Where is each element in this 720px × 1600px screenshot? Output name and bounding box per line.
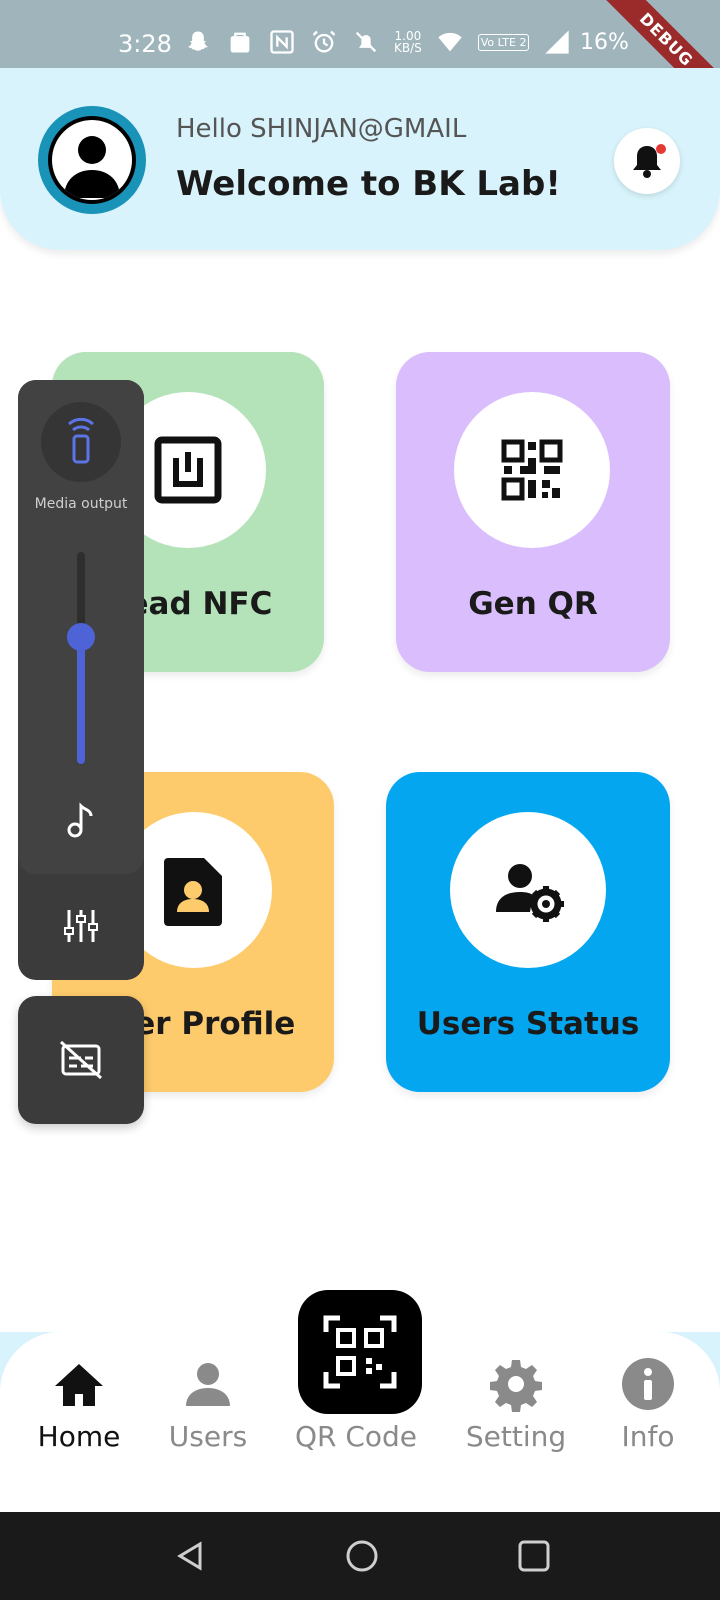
app-header: Hello SHINJAN@GMAIL Welcome to BK Lab! bbox=[0, 68, 720, 250]
system-navigation-bar bbox=[0, 1512, 720, 1600]
bell-icon bbox=[633, 146, 661, 178]
nav-qr-code[interactable]: QR Code bbox=[286, 1348, 426, 1453]
nfc-icon bbox=[270, 30, 294, 54]
notification-dot bbox=[656, 144, 666, 154]
nav-setting[interactable]: Setting bbox=[446, 1348, 586, 1453]
tile-label: Gen QR bbox=[468, 586, 598, 622]
bag-icon bbox=[230, 32, 250, 53]
nav-info[interactable]: Info bbox=[578, 1348, 718, 1453]
media-volume-panel: Media output bbox=[18, 380, 144, 980]
alarm-icon bbox=[312, 30, 336, 53]
user-icon bbox=[186, 1363, 230, 1406]
user-settings-icon bbox=[496, 864, 564, 922]
volume-slider-fill bbox=[77, 636, 85, 764]
nav-home[interactable]: Home bbox=[9, 1348, 149, 1453]
music-note-icon[interactable] bbox=[61, 800, 101, 840]
home-icon bbox=[55, 1364, 103, 1406]
cast-device-icon bbox=[68, 417, 94, 464]
wifi-icon bbox=[438, 32, 462, 52]
net-speed: 1.00 KB/S bbox=[394, 29, 422, 55]
home-button-icon[interactable] bbox=[344, 1538, 380, 1574]
status-time: 3:28 bbox=[118, 30, 172, 58]
live-caption-button[interactable] bbox=[18, 996, 144, 1124]
mute-icon bbox=[355, 31, 377, 53]
back-icon[interactable] bbox=[172, 1538, 208, 1574]
nav-label: QR Code bbox=[294, 1420, 418, 1453]
battery-level: 16% bbox=[580, 30, 629, 55]
media-output-button[interactable] bbox=[41, 402, 121, 482]
nav-label: Users bbox=[168, 1420, 248, 1453]
greeting-text: Hello SHINJAN@GMAIL bbox=[176, 114, 467, 144]
signal-icon bbox=[545, 30, 570, 54]
nav-label: Home bbox=[37, 1420, 121, 1453]
nav-users[interactable]: Users bbox=[138, 1348, 278, 1453]
qr-code-icon bbox=[501, 439, 563, 501]
captions-off-icon bbox=[59, 1040, 103, 1080]
tile-label: Users Status bbox=[416, 1006, 640, 1042]
equalizer-icon[interactable] bbox=[61, 906, 101, 946]
notification-button[interactable] bbox=[614, 128, 680, 194]
info-icon bbox=[622, 1358, 674, 1410]
tile-users-status[interactable]: Users Status bbox=[386, 772, 670, 1092]
volte-icon: Vo LTE 2 bbox=[477, 33, 530, 51]
volume-section: Media output bbox=[18, 380, 144, 874]
welcome-title: Welcome to BK Lab! bbox=[176, 164, 561, 204]
recents-icon[interactable] bbox=[516, 1538, 552, 1574]
person-icon bbox=[64, 136, 120, 198]
nav-label: Info bbox=[621, 1420, 675, 1453]
media-output-label: Media output bbox=[34, 496, 128, 512]
gear-icon bbox=[490, 1360, 542, 1412]
snapchat-icon bbox=[188, 31, 208, 51]
avatar[interactable] bbox=[38, 106, 146, 214]
volume-slider-thumb[interactable] bbox=[67, 622, 95, 651]
tile-gen-qr[interactable]: Gen QR bbox=[396, 352, 670, 672]
nav-label: Setting bbox=[465, 1420, 567, 1453]
status-icons: 1.00 KB/S Vo LTE 2 bbox=[184, 28, 571, 56]
volume-slider[interactable] bbox=[77, 552, 85, 764]
